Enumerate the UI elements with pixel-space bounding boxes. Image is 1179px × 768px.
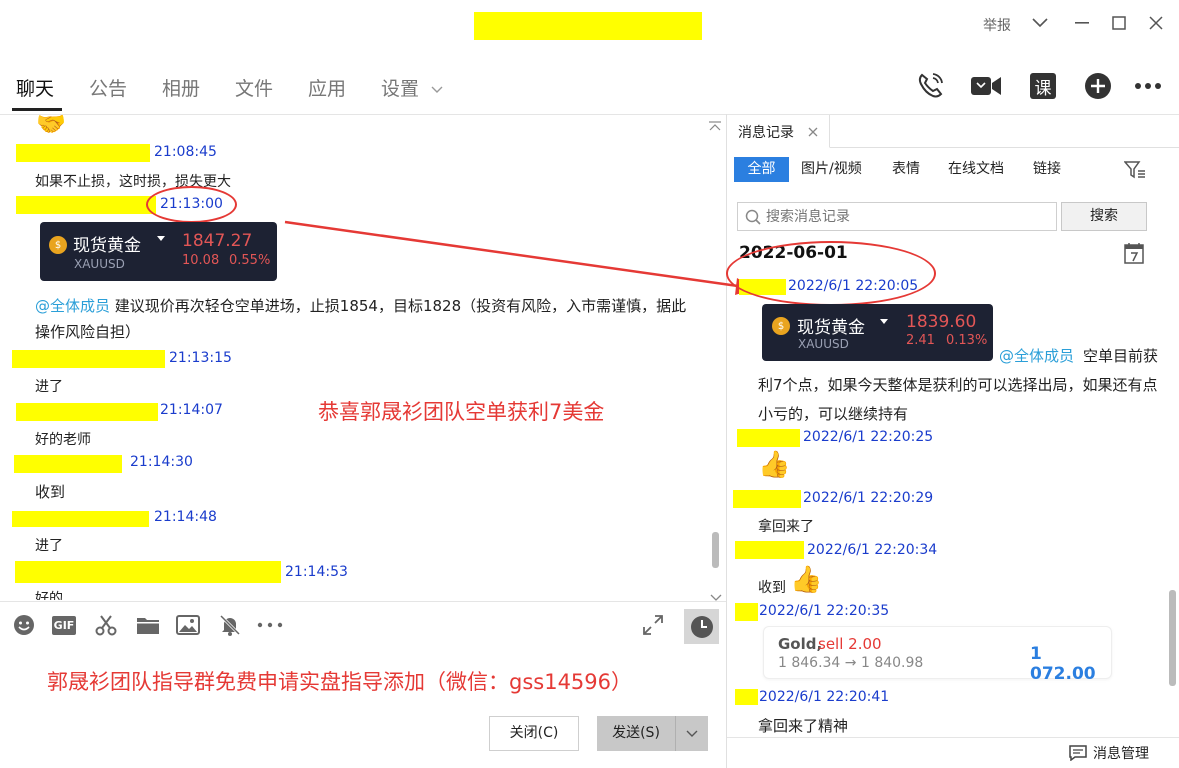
message-time: 2022/6/1 22:20:35 <box>759 603 890 619</box>
expand-icon[interactable] <box>640 612 666 638</box>
history-tab-divider <box>830 147 1179 148</box>
history-clock-button[interactable] <box>684 609 719 644</box>
gold-coin-icon: $ <box>772 317 790 335</box>
message-time: 2022/6/1 22:20:41 <box>759 689 890 705</box>
caret-down-icon <box>880 319 888 324</box>
history-panel-tab[interactable]: 消息记录 <box>727 115 830 148</box>
clock-icon <box>690 615 713 638</box>
thumbs-up-emoji: 👍 <box>758 450 791 480</box>
date-circle-annotation <box>726 241 936 306</box>
filter-docs[interactable]: 在线文档 <box>948 157 1004 182</box>
message-text: 收到 <box>758 580 786 596</box>
message-manage-button[interactable]: 消息管理 <box>1069 743 1149 763</box>
history-search-box[interactable] <box>737 202 1057 231</box>
sender-redaction <box>735 603 758 621</box>
history-search-input[interactable] <box>766 206 1051 227</box>
history-panel-title: 消息记录 <box>738 125 794 141</box>
mute-bell-icon[interactable] <box>217 612 243 638</box>
message-text: 拿回来了 <box>758 519 814 535</box>
message-time: 2022/6/1 22:20:25 <box>803 429 934 445</box>
message-text: 拿回来了精神 <box>758 717 849 735</box>
message-manage-label: 消息管理 <box>1093 746 1149 762</box>
gif-icon[interactable]: GIF <box>51 612 77 638</box>
close-icon[interactable] <box>808 127 818 137</box>
quote-price: 1839.60 <box>906 312 977 332</box>
send-options-button[interactable] <box>675 716 708 751</box>
input-divider <box>0 601 726 602</box>
trade-symbol: Gold, <box>778 635 823 653</box>
thumbs-up-emoji: 👍 <box>790 565 823 595</box>
history-search-button[interactable]: 搜索 <box>1061 202 1147 231</box>
image-icon[interactable] <box>175 612 201 638</box>
sender-redaction <box>735 541 804 559</box>
trade-prices: 1 846.34 → 1 840.98 <box>778 655 924 671</box>
history-footer-divider <box>727 737 1179 738</box>
close-button[interactable]: 关闭(C) <box>489 716 579 751</box>
search-icon <box>745 209 761 225</box>
message-time: 2022/6/1 22:20:29 <box>803 490 934 506</box>
trade-side: sell 2.00 <box>818 635 882 653</box>
history-scrollbar[interactable] <box>1169 590 1176 686</box>
folder-icon[interactable] <box>135 612 161 638</box>
sender-redaction <box>733 490 801 508</box>
filter-all[interactable]: 全部 <box>734 157 789 182</box>
scissors-icon[interactable] <box>93 612 119 638</box>
send-button[interactable]: 发送(S) <box>597 716 675 751</box>
chevron-down-icon <box>686 730 698 737</box>
filter-media[interactable]: 图片/视频 <box>801 157 862 182</box>
message-time: 2022/6/1 22:20:34 <box>807 542 938 558</box>
message-text: 空单目前获利7个点，如果今天整体是获利的可以选择出局，如果还有点小亏的，可以继续… <box>758 347 1159 423</box>
filter-links[interactable]: 链接 <box>1033 157 1061 182</box>
filter-stickers[interactable]: 表情 <box>892 157 920 182</box>
emoji-icon[interactable] <box>11 612 37 638</box>
filter-settings-icon[interactable] <box>1123 160 1146 184</box>
chat-bubble-icon <box>1069 745 1087 761</box>
sender-redaction <box>737 429 800 447</box>
quote-title: 现货黄金 <box>797 318 865 338</box>
calendar-icon[interactable] <box>1124 242 1144 268</box>
trade-profit: 1 072.00 <box>1030 644 1096 684</box>
trade-card[interactable]: Gold, sell 2.00 1 846.34 → 1 840.98 1 07… <box>763 626 1112 684</box>
more-tools-icon[interactable] <box>257 612 283 638</box>
sender-redaction <box>735 689 758 705</box>
promo-text: 郭晟衫团队指导群免费申请实盘指导添加（微信：gss14596） <box>47 670 633 694</box>
